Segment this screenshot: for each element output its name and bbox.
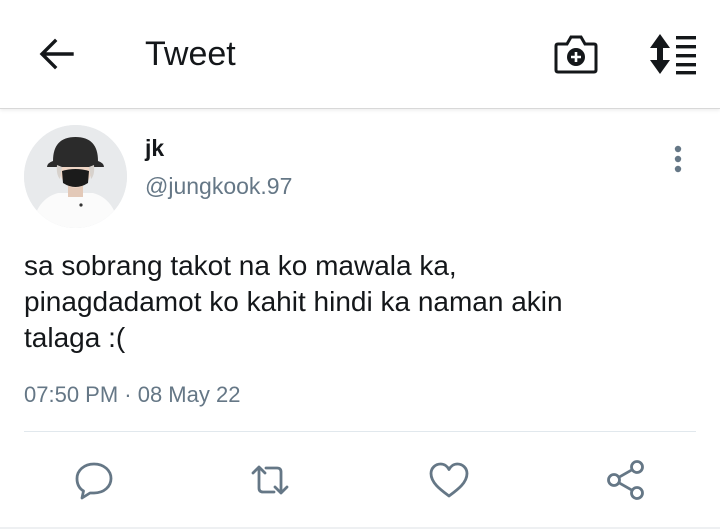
retweet-button[interactable] xyxy=(248,458,292,502)
camera-button[interactable] xyxy=(553,33,599,75)
share-button[interactable] xyxy=(604,458,648,502)
profile-photo-icon xyxy=(24,125,127,228)
divider xyxy=(24,431,696,432)
heart-icon xyxy=(429,462,469,498)
like-button[interactable] xyxy=(427,458,471,502)
sort-button[interactable] xyxy=(646,32,698,76)
page-title: Tweet xyxy=(145,35,236,73)
sort-list-icon xyxy=(650,34,696,75)
tweet-text-line: sa sobrang takot na ko mawala ka, xyxy=(24,250,457,281)
retweet-icon xyxy=(251,465,289,495)
author-name[interactable]: jk xyxy=(145,134,164,162)
tweet-text-line: pinagdadamot ko kahit hindi ka naman aki… xyxy=(24,286,563,317)
reply-icon xyxy=(75,462,113,500)
share-icon xyxy=(607,460,644,500)
tweet-timestamp: 07:50 PM · 08 May 22 xyxy=(24,382,241,407)
tweet-text-line: talaga :( xyxy=(24,322,126,353)
top-app-bar: Tweet xyxy=(0,0,720,109)
arrow-left-icon xyxy=(39,38,74,70)
camera-add-icon xyxy=(554,35,598,74)
tweet-text: sa sobrang takot na ko mawala ka, pinagd… xyxy=(24,248,694,356)
more-vertical-icon xyxy=(674,145,682,173)
avatar[interactable] xyxy=(24,125,127,228)
author-handle[interactable]: @jungkook.97 xyxy=(145,172,292,200)
reply-button[interactable] xyxy=(72,458,116,502)
back-button[interactable] xyxy=(36,34,76,74)
more-options-button[interactable] xyxy=(664,144,692,176)
